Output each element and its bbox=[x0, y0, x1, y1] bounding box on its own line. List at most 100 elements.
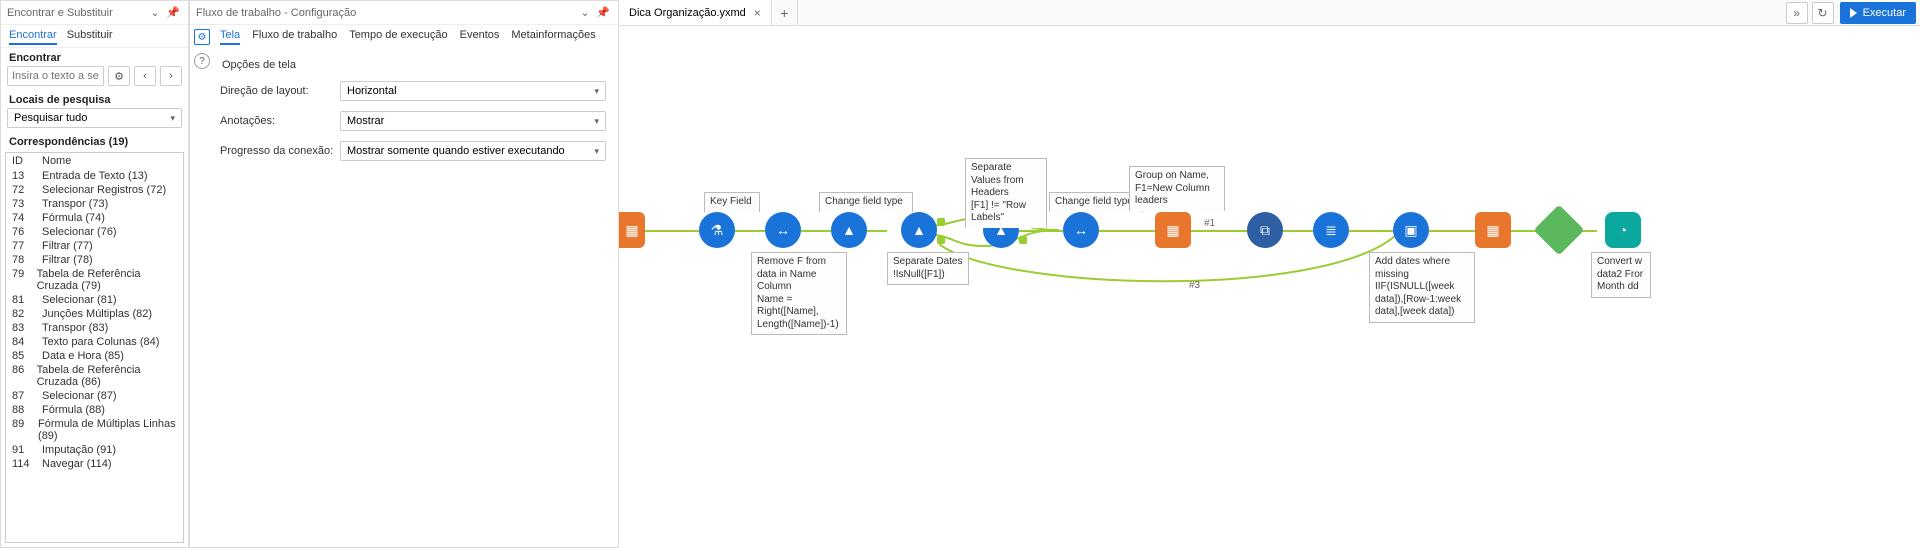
match-row[interactable]: 89Fórmula de Múltiplas Linhas (89) bbox=[6, 417, 183, 443]
chevron-down-icon: ▾ bbox=[594, 86, 599, 97]
connection bbox=[801, 230, 831, 232]
tool-anchor[interactable] bbox=[937, 236, 945, 244]
prev-match-button[interactable]: ‹ bbox=[134, 66, 156, 86]
tool-filter[interactable]: ▲ bbox=[901, 212, 937, 248]
match-row[interactable]: 76Selecionar (76) bbox=[6, 225, 183, 239]
tool-formula[interactable]: ⚗ bbox=[699, 212, 735, 248]
tool-join-multiple[interactable]: ⧉ bbox=[1247, 212, 1283, 248]
tool-formula[interactable]: ▣ bbox=[1393, 212, 1429, 248]
find-replace-panel: Encontrar e Substituir ⌄ 📌 Encontrar Sub… bbox=[0, 0, 189, 548]
tool-select[interactable]: ↔ bbox=[1063, 212, 1099, 248]
match-row[interactable]: 72Selecionar Registros (72) bbox=[6, 183, 183, 197]
match-row[interactable]: 73Transpor (73) bbox=[6, 197, 183, 211]
connection-progress-dropdown[interactable]: Mostrar somente quando estiver executand… bbox=[340, 141, 606, 161]
match-row[interactable]: 91Imputação (91) bbox=[6, 443, 183, 457]
match-row[interactable]: 13Entrada de Texto (13) bbox=[6, 169, 183, 183]
annotation[interactable]: Separate Values from Headers [F1] != "Ro… bbox=[965, 158, 1047, 228]
match-row[interactable]: 77Filtrar (77) bbox=[6, 239, 183, 253]
connection bbox=[1191, 230, 1247, 232]
tool-crosstab[interactable]: ▦ bbox=[1155, 212, 1191, 248]
add-tab-button[interactable]: + bbox=[772, 0, 798, 25]
config-panel-title: Fluxo de trabalho - Configuração bbox=[196, 7, 356, 19]
play-icon bbox=[1850, 8, 1857, 18]
run-button[interactable]: Executar bbox=[1840, 2, 1916, 24]
layout-direction-dropdown[interactable]: Horizontal▾ bbox=[340, 81, 606, 101]
match-row[interactable]: 86Tabela de Referência Cruzada (86) bbox=[6, 363, 183, 389]
chevron-down-icon[interactable]: ⌄ bbox=[576, 4, 594, 22]
match-row[interactable]: 85Data e Hora (85) bbox=[6, 349, 183, 363]
tool-multifield[interactable]: ≣ bbox=[1313, 212, 1349, 248]
match-row[interactable]: 114Navegar (114) bbox=[6, 457, 183, 471]
layout-direction-label: Direção de layout: bbox=[220, 85, 340, 97]
connection-label: #3 bbox=[1189, 280, 1200, 291]
chevron-down-icon[interactable]: ⌄ bbox=[146, 4, 164, 22]
workflow-canvas[interactable]: #1 #2 #3 ▦ ⚗ ↔ ▲ ▲ ▲ ↔ ▦ ⧉ ≣ ▣ ▦ ◔ Key F… bbox=[619, 26, 1920, 548]
find-input[interactable] bbox=[7, 66, 104, 86]
matches-label: Correspondências (19) bbox=[1, 132, 188, 150]
next-match-button[interactable]: › bbox=[160, 66, 182, 86]
tab-find[interactable]: Encontrar bbox=[9, 29, 57, 45]
document-tab[interactable]: Dica Organização.yxmd × bbox=[619, 0, 772, 25]
find-replace-tabs: Encontrar Substituir bbox=[1, 25, 188, 48]
tab-tempo[interactable]: Tempo de execução bbox=[349, 29, 447, 45]
tool-select[interactable]: ▲ bbox=[831, 212, 867, 248]
config-panel-header: Fluxo de trabalho - Configuração ⌄ 📌 bbox=[190, 1, 618, 25]
annotations-dropdown[interactable]: Mostrar▾ bbox=[340, 111, 606, 131]
tool-crosstab[interactable]: ▦ bbox=[1475, 212, 1511, 248]
tool-select[interactable]: ↔ bbox=[765, 212, 801, 248]
tool-input[interactable]: ▦ bbox=[619, 212, 645, 248]
config-tabs: Tela Fluxo de trabalho Tempo de execução… bbox=[214, 25, 618, 47]
annotation[interactable]: Convert w data2 Fror Month dd bbox=[1591, 252, 1651, 298]
gear-icon[interactable]: ⚙ bbox=[194, 29, 210, 45]
pin-icon[interactable]: 📌 bbox=[164, 4, 182, 22]
match-row[interactable]: 74Fórmula (74) bbox=[6, 211, 183, 225]
match-row[interactable]: 87Selecionar (87) bbox=[6, 389, 183, 403]
search-locations-dropdown[interactable]: Pesquisar tudo ▾ bbox=[7, 108, 182, 128]
connection-label: #1 bbox=[1204, 218, 1215, 229]
history-icon[interactable]: ↻ bbox=[1812, 2, 1834, 24]
pin-icon[interactable]: 📌 bbox=[594, 4, 612, 22]
connection-progress-label: Progresso da conexão: bbox=[220, 145, 340, 157]
chevron-down-icon: ▾ bbox=[594, 146, 599, 157]
connection bbox=[1019, 230, 1063, 232]
find-panel-header: Encontrar e Substituir ⌄ 📌 bbox=[1, 1, 188, 25]
match-row[interactable]: 84Texto para Colunas (84) bbox=[6, 335, 183, 349]
match-row[interactable]: 81Selecionar (81) bbox=[6, 293, 183, 307]
connection bbox=[1429, 230, 1475, 232]
annotation[interactable]: Separate Dates !IsNull([F1]) bbox=[887, 252, 969, 285]
match-row[interactable]: 79Tabela de Referência Cruzada (79) bbox=[6, 267, 183, 293]
find-label: Encontrar bbox=[1, 48, 188, 66]
match-row[interactable]: 82Junções Múltiplas (82) bbox=[6, 307, 183, 321]
tool-anchor[interactable] bbox=[937, 218, 945, 226]
connection bbox=[1349, 230, 1393, 232]
connection bbox=[1099, 230, 1155, 232]
tool-select[interactable] bbox=[1534, 205, 1585, 256]
close-icon[interactable]: × bbox=[754, 6, 761, 20]
gear-icon[interactable]: ⚙ bbox=[108, 66, 130, 86]
tool-anchor[interactable] bbox=[1019, 236, 1027, 244]
annotation[interactable]: Group on Name, F1=New Column leaders bbox=[1129, 166, 1225, 211]
annotation[interactable]: Change field type bbox=[819, 192, 913, 212]
match-row[interactable]: 88Fórmula (88) bbox=[6, 403, 183, 417]
tab-eventos[interactable]: Eventos bbox=[460, 29, 500, 45]
matches-list[interactable]: ID Nome 13Entrada de Texto (13)72Selecio… bbox=[5, 152, 184, 543]
annotation[interactable]: Key Field bbox=[704, 192, 760, 212]
connection bbox=[639, 230, 699, 232]
annotation[interactable]: Remove F from data in Name Column Name =… bbox=[751, 252, 847, 335]
tool-datetime[interactable]: ◔ bbox=[1605, 212, 1641, 248]
match-row[interactable]: 83Transpor (83) bbox=[6, 321, 183, 335]
tab-meta[interactable]: Metainformações bbox=[511, 29, 595, 45]
annotation[interactable]: Add dates where missing IIF(ISNULL([week… bbox=[1369, 252, 1475, 323]
tab-fluxo[interactable]: Fluxo de trabalho bbox=[252, 29, 337, 45]
connection bbox=[735, 230, 765, 232]
tab-replace[interactable]: Substituir bbox=[67, 29, 113, 45]
tab-tela[interactable]: Tela bbox=[220, 29, 240, 45]
matches-header: ID Nome bbox=[6, 153, 183, 169]
help-icon[interactable]: ? bbox=[194, 53, 210, 69]
document-tab-label: Dica Organização.yxmd bbox=[629, 7, 746, 19]
annotations-label: Anotações: bbox=[220, 115, 340, 127]
more-icon[interactable]: » bbox=[1786, 2, 1808, 24]
match-row[interactable]: 78Filtrar (78) bbox=[6, 253, 183, 267]
workflow-config-panel: Fluxo de trabalho - Configuração ⌄ 📌 ⚙ ?… bbox=[189, 0, 619, 548]
workflow-canvas-area: Dica Organização.yxmd × + » ↻ Executar −… bbox=[619, 0, 1920, 548]
